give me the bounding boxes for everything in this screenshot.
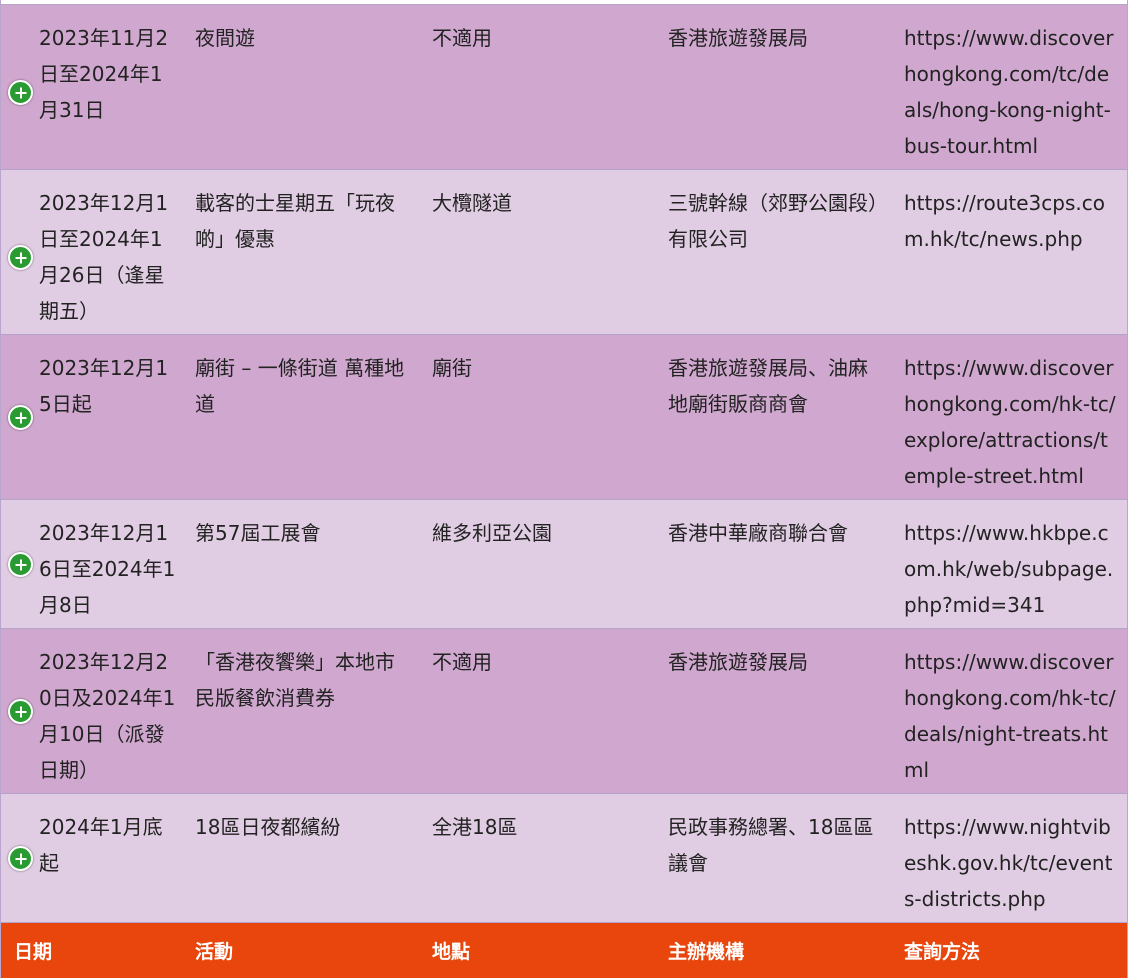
row-location: 廟街	[432, 356, 472, 380]
header-activity: 活動	[195, 941, 234, 963]
row-url-link[interactable]: https://www.discoverhongkong.com/tc/deal…	[904, 20, 1120, 164]
row-location: 不適用	[432, 650, 492, 674]
row-date: 2023年12月20日及2024年1月10日（派發日期）	[39, 650, 176, 782]
row-date: 2024年1月底起	[39, 815, 163, 875]
table-row: 2023年12月20日及2024年1月10日（派發日期） 「香港夜饗樂」本地市民…	[1, 629, 1127, 794]
expand-row-icon[interactable]	[8, 699, 33, 724]
row-activity: 載客的士星期五「玩夜啲」優惠	[195, 191, 395, 251]
row-organizer: 香港旅遊發展局、油麻地廟街販商商會	[668, 356, 868, 416]
row-activity: 夜間遊	[195, 26, 255, 50]
row-organizer: 民政事務總署、18區區議會	[668, 815, 874, 875]
expand-row-icon[interactable]	[8, 80, 33, 105]
row-location: 大欖隧道	[432, 191, 512, 215]
events-table: 2023年11月2日至2024年1月31日 夜間遊 不適用 香港旅遊發展局 ht…	[0, 0, 1128, 978]
row-location: 全港18區	[432, 815, 518, 839]
row-organizer: 三號幹線（郊野公園段）有限公司	[668, 191, 878, 251]
row-date: 2023年12月16日至2024年1月8日	[39, 521, 176, 617]
row-activity: 18區日夜都繽紛	[195, 815, 341, 839]
row-date: 2023年12月1日至2024年1月26日（逢星期五）	[39, 191, 169, 323]
expand-row-icon[interactable]	[8, 552, 33, 577]
table-row: 2023年12月16日至2024年1月8日 第57屆工展會 維多利亞公園 香港中…	[1, 500, 1127, 629]
header-date: 日期	[14, 941, 53, 963]
row-url-link[interactable]: https://www.discoverhongkong.com/hk-tc/d…	[904, 644, 1120, 788]
table-footer-header-row: 日期 活動 地點 主辦機構 查詢方法	[1, 923, 1127, 978]
header-location: 地點	[432, 941, 471, 963]
row-activity: 「香港夜饗樂」本地市民版餐飲消費券	[195, 650, 395, 710]
row-organizer: 香港中華廠商聯合會	[668, 521, 848, 545]
expand-row-icon[interactable]	[8, 846, 33, 871]
row-url-link[interactable]: https://www.hkbpe.com.hk/web/subpage.php…	[904, 515, 1120, 623]
row-location: 不適用	[432, 26, 492, 50]
header-organizer: 主辦機構	[668, 941, 745, 963]
row-date: 2023年11月2日至2024年1月31日	[39, 26, 169, 122]
row-organizer: 香港旅遊發展局	[668, 650, 808, 674]
header-url: 查詢方法	[904, 941, 981, 963]
table-row: 2023年12月15日起 廟街 – 一條街道 萬種地道 廟街 香港旅遊發展局、油…	[1, 335, 1127, 500]
table-row: 2024年1月底起 18區日夜都繽紛 全港18區 民政事務總署、18區區議會 h…	[1, 794, 1127, 923]
row-organizer: 香港旅遊發展局	[668, 26, 808, 50]
table-row: 2023年12月1日至2024年1月26日（逢星期五） 載客的士星期五「玩夜啲」…	[1, 170, 1127, 335]
table-row: 2023年11月2日至2024年1月31日 夜間遊 不適用 香港旅遊發展局 ht…	[1, 5, 1127, 170]
expand-row-icon[interactable]	[8, 405, 33, 430]
expand-row-icon[interactable]	[8, 245, 33, 270]
row-url-link[interactable]: https://route3cps.com.hk/tc/news.php	[904, 185, 1120, 257]
row-date: 2023年12月15日起	[39, 356, 169, 416]
row-activity: 廟街 – 一條街道 萬種地道	[195, 356, 405, 416]
row-url-link[interactable]: https://www.discoverhongkong.com/hk-tc/e…	[904, 350, 1120, 494]
row-activity: 第57屆工展會	[195, 521, 321, 545]
row-url-link[interactable]: https://www.nightvibeshk.gov.hk/tc/event…	[904, 809, 1120, 917]
row-location: 維多利亞公園	[432, 521, 552, 545]
